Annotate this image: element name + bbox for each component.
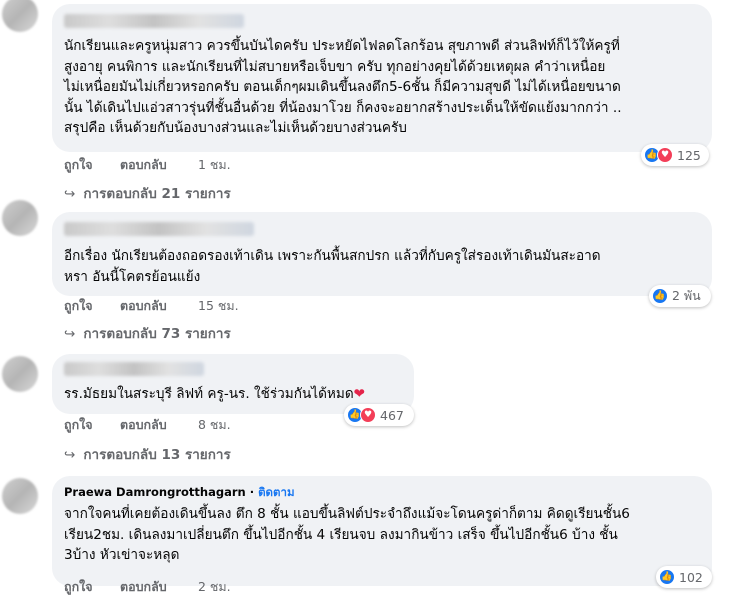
- replies-count-label: การตอบกลับ 73 รายการ: [83, 326, 231, 342]
- reaction-summary[interactable]: 👍 2 พัน: [649, 285, 711, 307]
- comment-bubble: อีกเรื่อง นักเรียนต้องถอดรองเท้าเดิน เพร…: [52, 212, 712, 296]
- reaction-summary[interactable]: 👍 ♥ 125: [641, 144, 709, 166]
- timestamp[interactable]: 1 ชม.: [198, 155, 231, 175]
- reaction-count: 467: [380, 407, 404, 423]
- author-name[interactable]: Praewa Damrongrotthagarn · ติดตาม: [64, 484, 295, 502]
- reaction-count: 102: [679, 569, 703, 585]
- comment-bubble: Praewa Damrongrotthagarn · ติดตาม จากใจค…: [52, 476, 712, 586]
- timestamp[interactable]: 2 ชม.: [198, 577, 231, 597]
- reaction-count: 125: [677, 147, 701, 163]
- avatar[interactable]: [2, 200, 38, 236]
- like-button[interactable]: ถูกใจ: [64, 155, 120, 175]
- reaction-summary[interactable]: 👍 102: [656, 566, 712, 588]
- comment-actions: ถูกใจ ตอบกลับ 15 ชม.: [64, 296, 239, 316]
- heart-emoji-icon: ❤: [353, 386, 366, 402]
- reaction-summary[interactable]: 👍 ♥ 467: [344, 404, 414, 426]
- love-icon: ♥: [657, 147, 673, 163]
- view-replies-link[interactable]: ↪ การตอบกลับ 73 รายการ: [64, 322, 231, 344]
- author-name-blurred[interactable]: [64, 362, 204, 376]
- view-replies-link[interactable]: ↪ การตอบกลับ 21 รายการ: [64, 182, 231, 204]
- comment-actions: ถูกใจ ตอบกลับ 2 ชม.: [64, 577, 231, 597]
- reply-button[interactable]: ตอบกลับ: [120, 155, 198, 175]
- avatar[interactable]: [2, 478, 38, 514]
- replies-count-label: การตอบกลับ 21 รายการ: [83, 186, 231, 202]
- like-button[interactable]: ถูกใจ: [64, 296, 120, 316]
- view-replies-link[interactable]: ↪ การตอบกลับ 13 รายการ: [64, 443, 231, 465]
- replies-count-label: การตอบกลับ 13 รายการ: [83, 447, 231, 463]
- author-name-blurred[interactable]: [64, 222, 254, 236]
- comment-text: รร.มัธยมในสระบุรี ลิฟท์ ครู-นร. ใช้ร่วมก…: [64, 384, 404, 405]
- comment-text-body: รร.มัธยมในสระบุรี ลิฟท์ ครู-นร. ใช้ร่วมก…: [64, 386, 354, 402]
- reply-arrow-icon: ↪: [64, 326, 76, 342]
- reply-button[interactable]: ตอบกลับ: [120, 577, 198, 597]
- comment-bubble: นักเรียนและครูหนุ่มสาว ควรขึ้นบันไดครับ …: [52, 4, 712, 152]
- like-button[interactable]: ถูกใจ: [64, 577, 120, 597]
- like-icon: 👍: [659, 569, 675, 585]
- comment-actions: ถูกใจ ตอบกลับ 8 ชม.: [64, 415, 231, 435]
- reply-arrow-icon: ↪: [64, 186, 76, 202]
- reply-button[interactable]: ตอบกลับ: [120, 415, 198, 435]
- follow-button[interactable]: ติดตาม: [258, 485, 294, 499]
- like-button[interactable]: ถูกใจ: [64, 415, 120, 435]
- reply-button[interactable]: ตอบกลับ: [120, 296, 198, 316]
- timestamp[interactable]: 15 ชม.: [198, 296, 239, 316]
- comment-text: นักเรียนและครูหนุ่มสาว ควรขึ้นบันไดครับ …: [64, 38, 622, 136]
- comment-actions: ถูกใจ ตอบกลับ 1 ชม.: [64, 155, 231, 175]
- love-icon: ♥: [360, 407, 376, 423]
- author-name-text[interactable]: Praewa Damrongrotthagarn: [64, 485, 246, 499]
- avatar[interactable]: [2, 0, 38, 32]
- author-name-blurred[interactable]: [64, 14, 244, 28]
- timestamp[interactable]: 8 ชม.: [198, 415, 231, 435]
- comment-text: จากใจคนที่เคยต้องเดินขึ้นลง ตึก 8 ชั้น แ…: [64, 506, 630, 563]
- like-icon: 👍: [652, 288, 668, 304]
- comment-text: อีกเรื่อง นักเรียนต้องถอดรองเท้าเดิน เพร…: [64, 248, 601, 285]
- reply-arrow-icon: ↪: [64, 447, 76, 463]
- reaction-count: 2 พัน: [672, 288, 701, 303]
- avatar[interactable]: [2, 356, 38, 392]
